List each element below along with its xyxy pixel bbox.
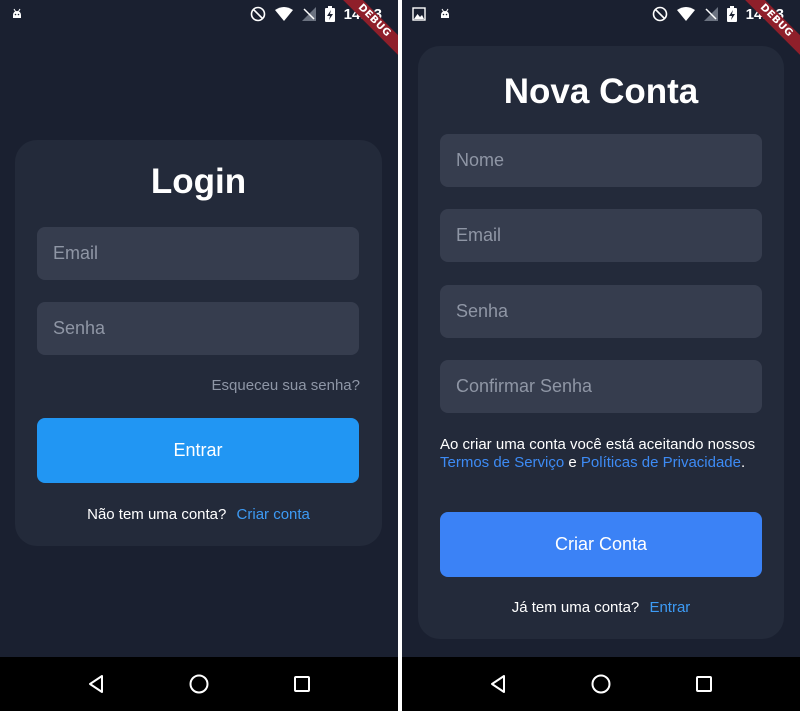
navigation-bar xyxy=(402,657,800,711)
recents-square-icon[interactable] xyxy=(684,664,724,704)
android-debug-icon xyxy=(10,7,24,21)
status-bar: 14:03 xyxy=(0,0,398,28)
signup-screen: 14:03 DEBUG Nova Conta Ao criar uma cont… xyxy=(402,0,800,711)
login-card: Login Esqueceu sua senha? Entrar Não tem… xyxy=(15,140,382,546)
recents-square-icon[interactable] xyxy=(282,664,322,704)
login-button[interactable]: Entrar xyxy=(37,418,359,483)
do-not-disturb-icon xyxy=(250,6,266,22)
login-link[interactable]: Entrar xyxy=(649,599,690,616)
forgot-password-link[interactable]: Esqueceu sua senha? xyxy=(212,377,360,394)
terms-suffix-text: . xyxy=(741,454,746,471)
name-field[interactable] xyxy=(440,134,762,187)
no-signal-icon xyxy=(301,7,316,21)
email-field[interactable] xyxy=(37,227,359,280)
login-prompt: Já tem uma conta? Entrar xyxy=(418,599,784,616)
create-account-text: Não tem uma conta? xyxy=(87,506,227,523)
login-title: Login xyxy=(150,162,247,201)
battery-charging-icon xyxy=(726,6,737,22)
do-not-disturb-icon xyxy=(652,6,668,22)
image-notification-icon xyxy=(412,7,426,21)
signup-title: Nova Conta xyxy=(503,72,699,111)
terms-prefix-text: Ao criar uma conta você está aceitando n… xyxy=(440,436,756,453)
status-time: 14:03 xyxy=(745,5,784,23)
email-field[interactable] xyxy=(440,209,762,262)
no-signal-icon xyxy=(703,7,718,21)
android-debug-icon xyxy=(438,7,452,21)
terms-notice: Ao criar uma conta você está aceitando n… xyxy=(440,436,762,472)
password-field[interactable] xyxy=(37,302,359,355)
login-prompt-text: Já tem uma conta? xyxy=(511,599,640,616)
navigation-bar xyxy=(0,657,398,711)
login-screen: 14:03 DEBUG Login Esqueceu sua senha? En… xyxy=(0,0,398,711)
status-bar: 14:03 xyxy=(402,0,800,28)
create-account-link[interactable]: Criar conta xyxy=(237,506,310,523)
create-account-button[interactable]: Criar Conta xyxy=(440,512,762,577)
privacy-policy-link[interactable]: Políticas de Privacidade xyxy=(581,454,741,471)
back-triangle-icon[interactable] xyxy=(478,664,518,704)
home-circle-icon[interactable] xyxy=(581,664,621,704)
confirm-password-field[interactable] xyxy=(440,360,762,413)
password-field[interactable] xyxy=(440,285,762,338)
wifi-icon xyxy=(274,7,293,21)
battery-charging-icon xyxy=(324,6,335,22)
signup-card: Nova Conta Ao criar uma conta você está … xyxy=(418,46,784,639)
status-time: 14:03 xyxy=(343,5,382,23)
wifi-icon xyxy=(676,7,695,21)
create-account-prompt: Não tem uma conta? Criar conta xyxy=(15,506,382,523)
home-circle-icon[interactable] xyxy=(179,664,219,704)
terms-and-text: e xyxy=(568,454,577,471)
back-triangle-icon[interactable] xyxy=(76,664,116,704)
terms-of-service-link[interactable]: Termos de Serviço xyxy=(440,454,564,471)
